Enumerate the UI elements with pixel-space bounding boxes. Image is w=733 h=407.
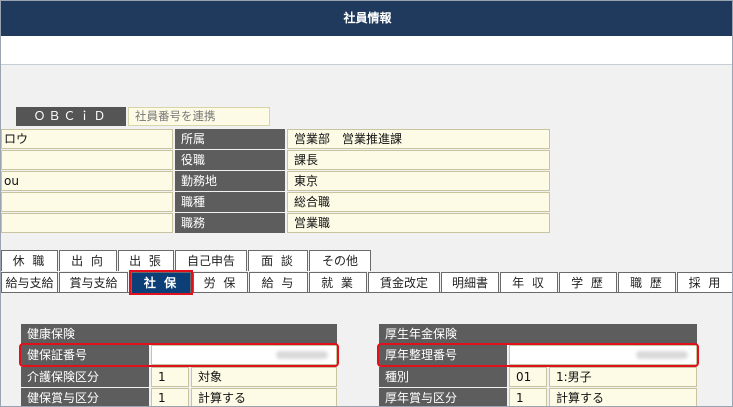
health-bonus-value: 計算する	[191, 388, 337, 406]
name-romaji-field[interactable]: ou	[1, 171, 173, 191]
job-type-label: 職種	[175, 192, 285, 212]
tab-work[interactable]: 就 業	[309, 272, 367, 293]
tab-labor-insurance[interactable]: 労 保	[193, 272, 248, 293]
employee-number-link-field[interactable]: 社員番号を連携	[128, 107, 270, 126]
pension-bonus-code[interactable]: 1	[509, 388, 547, 406]
nursing-care-label: 介護保険区分	[21, 367, 149, 387]
nursing-care-value: 対象	[191, 367, 337, 387]
tab-work-history[interactable]: 職 歴	[618, 272, 676, 293]
health-card-number-field[interactable]	[151, 345, 337, 365]
health-bonus-label: 健保賞与区分	[21, 388, 149, 406]
department-value[interactable]: 営業部 営業推進課	[287, 129, 550, 149]
tab-self-report[interactable]: 自己申告	[175, 250, 247, 271]
tab-annual-income[interactable]: 年 収	[500, 272, 558, 293]
tab-bonus-payment[interactable]: 賞与支給	[59, 272, 128, 293]
tab-divider	[1, 292, 732, 293]
tab-recruitment[interactable]: 採 用	[677, 272, 732, 293]
tab-leave[interactable]: 休 職	[1, 250, 58, 271]
pension-type-value: 1:男子	[549, 367, 697, 387]
masked-value	[276, 351, 328, 359]
left-field-2[interactable]	[1, 150, 173, 170]
health-card-number-label: 健保証番号	[21, 345, 149, 365]
tab-salary[interactable]: 給 与	[249, 272, 308, 293]
position-label: 役職	[175, 150, 285, 170]
job-type-value[interactable]: 総合職	[287, 192, 550, 212]
workplace-label: 勤務地	[175, 171, 285, 191]
tab-education[interactable]: 学 歴	[559, 272, 617, 293]
tab-social-insurance[interactable]: 社 保	[129, 270, 193, 295]
tab-other[interactable]: その他	[309, 250, 371, 271]
pension-number-label: 厚年整理番号	[379, 345, 507, 365]
left-field-4[interactable]	[1, 192, 173, 212]
duty-value[interactable]: 営業職	[287, 213, 550, 233]
name-kana-field[interactable]: ロウ	[1, 129, 173, 149]
employee-info-window: 社員情報 ＯＢＣｉＤ 社員番号を連携 ロウ ou 所属 営業部 営業推進課 役職…	[0, 0, 733, 407]
pension-bonus-value: 計算する	[549, 388, 697, 406]
nursing-care-code[interactable]: 1	[151, 367, 189, 387]
health-insurance-header: 健康保険	[21, 324, 337, 344]
left-field-5[interactable]	[1, 213, 173, 233]
masked-value	[636, 351, 688, 359]
pension-number-field[interactable]	[509, 345, 697, 365]
tab-wage-revision[interactable]: 賃金改定	[368, 272, 440, 293]
department-label: 所属	[175, 129, 285, 149]
pension-header: 厚生年金保険	[379, 324, 697, 344]
tab-secondment[interactable]: 出 向	[59, 250, 117, 271]
position-value[interactable]: 課長	[287, 150, 550, 170]
tab-salary-payment[interactable]: 給与支給	[1, 272, 58, 293]
pension-type-label: 種別	[379, 367, 507, 387]
tab-interview[interactable]: 面 談	[248, 250, 308, 271]
workplace-value[interactable]: 東京	[287, 171, 550, 191]
pension-type-code[interactable]: 01	[509, 367, 547, 387]
window-title: 社員情報	[1, 1, 732, 36]
health-bonus-code[interactable]: 1	[151, 388, 189, 406]
obcid-button[interactable]: ＯＢＣｉＤ	[16, 107, 126, 126]
pension-bonus-label: 厚年賞与区分	[379, 388, 507, 406]
toolbar-area	[1, 36, 732, 65]
tab-business-trip[interactable]: 出 張	[118, 250, 174, 271]
tab-statement[interactable]: 明細書	[441, 272, 499, 293]
duty-label: 職務	[175, 213, 285, 233]
